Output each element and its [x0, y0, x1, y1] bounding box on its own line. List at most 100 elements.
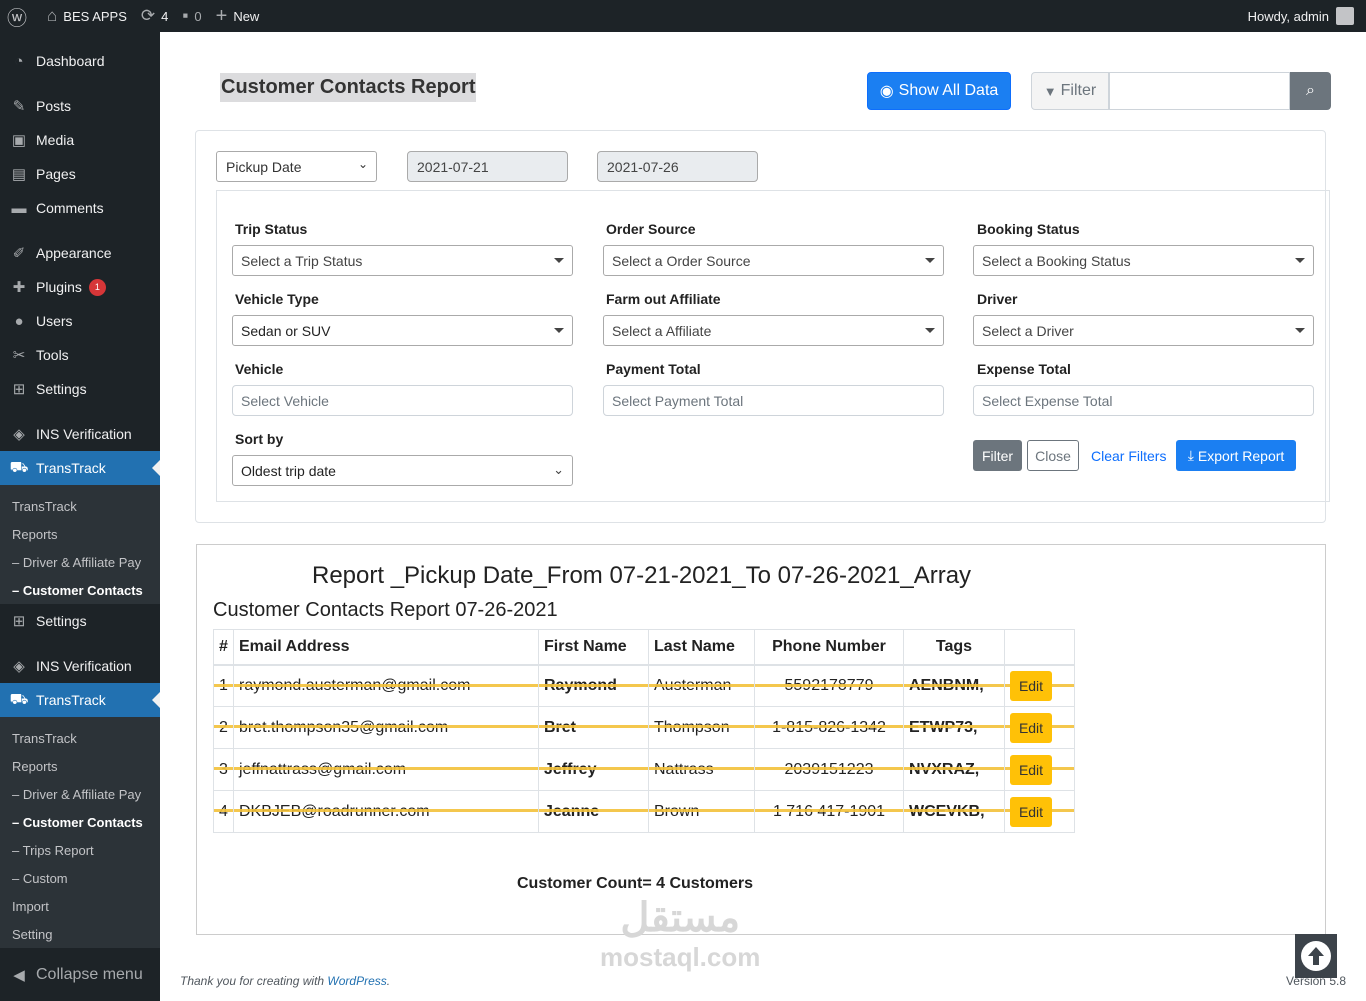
last-name-cell: Austerman [648, 664, 755, 707]
menu-settings-2[interactable]: ⊞ Settings [0, 604, 160, 638]
col-email: Email Address [233, 629, 539, 666]
howdy-text[interactable]: Howdy, admin [1248, 9, 1329, 24]
row-number: 4 [213, 790, 234, 833]
menu-appearance[interactable]: ✐ Appearance [0, 236, 160, 270]
sort-by-select[interactable]: Oldest trip date ⌄ [232, 455, 573, 486]
eye-icon: ◉ [879, 83, 894, 100]
col-actions [1004, 629, 1075, 666]
transtrack-submenu-2: TransTrack Reports – Driver & Affiliate … [0, 717, 160, 948]
collapse-icon: ◀ [13, 967, 25, 984]
trip-status-select[interactable]: Select a Trip Status [232, 245, 573, 276]
report-heading: Report _Pickup Date_From 07-21-2021_To 0… [312, 562, 972, 589]
apply-filter-button[interactable]: Filter [973, 440, 1022, 471]
first-name-cell: Jeanne [538, 790, 649, 833]
car-icon: ⛟ [9, 690, 29, 708]
sub-trips-report[interactable]: – Trips Report [0, 836, 160, 864]
actions-cell: Edit [1004, 790, 1075, 833]
order-source-select[interactable]: Select a Order Source [603, 245, 944, 276]
menu-settings[interactable]: ⊞ Settings [0, 372, 160, 406]
close-filter-button[interactable]: Close [1027, 440, 1079, 471]
avatar[interactable] [1336, 7, 1354, 25]
vehicle-input[interactable]: Select Vehicle [232, 385, 573, 416]
export-report-button[interactable]: ⤓ Export Report [1176, 440, 1296, 471]
comment-icon: ▪ [182, 6, 189, 25]
sub-import[interactable]: Import [0, 892, 160, 920]
menu-plugins[interactable]: ✚ Plugins 1 [0, 270, 160, 304]
show-all-data-button[interactable]: ◉ Show All Data [867, 72, 1011, 110]
wrench-icon: ✂ [12, 347, 26, 364]
col-number: # [213, 629, 234, 666]
pages-icon: ▤ [11, 166, 27, 183]
menu-comments[interactable]: ▬ Comments [0, 191, 160, 225]
search-button[interactable]: ⌕ [1290, 72, 1331, 110]
customer-contacts-table: # Email Address First Name Last Name Pho… [213, 629, 1075, 833]
menu-transtrack-2[interactable]: ⛟ TransTrack [0, 683, 160, 717]
edit-button[interactable]: Edit [1010, 754, 1052, 785]
sub-driver-affiliate-pay[interactable]: – Driver & Affiliate Pay [0, 548, 160, 576]
affiliate-select[interactable]: Select a Affiliate [603, 315, 944, 346]
report-panel: Report _Pickup Date_From 07-21-2021_To 0… [196, 544, 1326, 935]
expense-total-label: Expense Total [977, 361, 1071, 377]
customer-count: Customer Count= 4 Customers [517, 875, 754, 892]
menu-pages[interactable]: ▤ Pages [0, 157, 160, 191]
payment-total-input[interactable]: Select Payment Total [603, 385, 944, 416]
chevron-down-icon: ⌄ [553, 462, 564, 477]
table-row: 2 bret.thompson35@gmail.com Bret Thompso… [213, 706, 1075, 749]
arrow-up-circle-icon [1301, 941, 1331, 971]
row-number: 1 [213, 664, 234, 707]
expense-total-input[interactable]: Select Expense Total [973, 385, 1314, 416]
sub-custom[interactable]: – Custom [0, 864, 160, 892]
watermark: مستقل mostaql.com [600, 894, 760, 973]
first-name-cell: Bret [538, 706, 649, 749]
new-content-link[interactable]: + New [209, 0, 267, 32]
table-row: 3 jeffnattrass@gmail.com Jeffrey Nattras… [213, 748, 1075, 791]
scroll-to-top-button[interactable] [1295, 934, 1337, 978]
refresh-icon: ⟳ [140, 6, 156, 25]
site-name-link[interactable]: ⌂ BES APPS [40, 0, 134, 32]
sub-customer-contacts[interactable]: – Customer Contacts [0, 808, 160, 836]
email-cell: DKBJEB@roadrunner.com [233, 790, 539, 833]
first-name-cell: Jeffrey [538, 748, 649, 791]
menu-tools[interactable]: ✂ Tools [0, 338, 160, 372]
wordpress-link[interactable]: WordPress [327, 974, 386, 988]
sub-transtrack[interactable]: TransTrack [0, 724, 160, 752]
date-type-select[interactable]: Pickup Date ⌄ [216, 151, 377, 182]
collapse-menu-button[interactable]: ◀ Collapse menu [0, 958, 160, 992]
menu-users[interactable]: ● Users [0, 304, 160, 338]
sub-customer-contacts[interactable]: – Customer Contacts [0, 576, 160, 604]
watermark-arabic: مستقل [620, 896, 741, 940]
menu-ins-verification[interactable]: ◈ INS Verification [0, 417, 160, 451]
vehicle-type-label: Vehicle Type [235, 291, 319, 307]
menu-media[interactable]: ▣ Media [0, 123, 160, 157]
caret-down-icon [1295, 258, 1305, 263]
comments-link[interactable]: ▪ 0 [175, 0, 208, 32]
wordpress-logo-icon[interactable]: ⓦ [0, 0, 40, 32]
edit-button[interactable]: Edit [1010, 712, 1052, 743]
sub-transtrack[interactable]: TransTrack [0, 492, 160, 520]
menu-dashboard[interactable]: ◔ Dashboard [0, 44, 160, 78]
date-from-input[interactable]: 2021-07-21 [407, 151, 568, 182]
last-name-cell: Thompson [648, 706, 755, 749]
menu-ins-verification-2[interactable]: ◈ INS Verification [0, 649, 160, 683]
footer-thanks: Thank you for creating with WordPress. [180, 974, 391, 988]
edit-button[interactable]: Edit [1010, 796, 1052, 827]
updates-link[interactable]: ⟳ 4 [134, 0, 175, 32]
sub-reports[interactable]: Reports [0, 520, 160, 548]
driver-select[interactable]: Select a Driver [973, 315, 1314, 346]
sub-reports[interactable]: Reports [0, 752, 160, 780]
sub-driver-affiliate-pay[interactable]: – Driver & Affiliate Pay [0, 780, 160, 808]
clear-filters-link[interactable]: Clear Filters [1091, 448, 1166, 464]
order-source-label: Order Source [606, 221, 696, 237]
filter-toggle-button[interactable]: ▼ Filter [1031, 72, 1109, 110]
brush-icon: ✐ [12, 245, 26, 262]
advanced-filters: Trip Status Select a Trip Status Order S… [216, 190, 1330, 502]
date-to-input[interactable]: 2021-07-26 [597, 151, 758, 182]
edit-button[interactable]: Edit [1010, 670, 1052, 701]
search-input[interactable] [1109, 72, 1290, 110]
sub-setting[interactable]: Setting [0, 920, 160, 948]
settings-icon: ⊞ [12, 381, 26, 398]
booking-status-select[interactable]: Select a Booking Status [973, 245, 1314, 276]
vehicle-type-select[interactable]: Sedan or SUV [232, 315, 573, 346]
menu-transtrack[interactable]: ⛟ TransTrack [0, 451, 160, 485]
menu-posts[interactable]: ✎ Posts [0, 89, 160, 123]
